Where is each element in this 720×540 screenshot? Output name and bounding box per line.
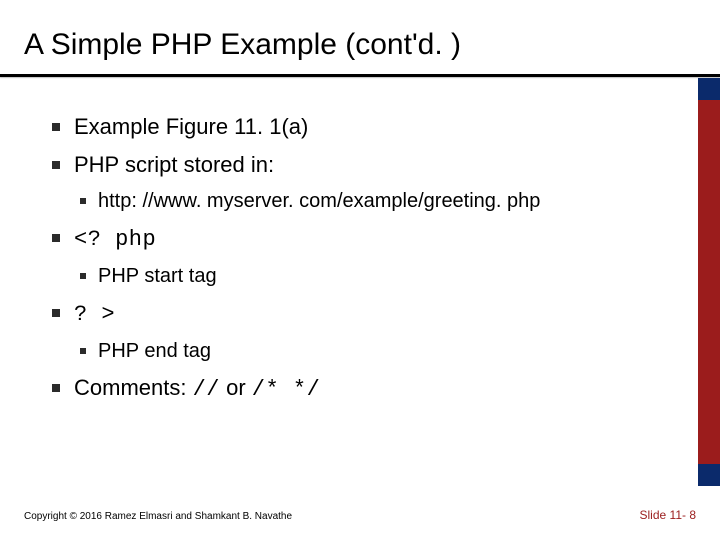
stripe-mid	[698, 100, 720, 464]
footer: Copyright © 2016 Ramez Elmasri and Shamk…	[24, 508, 696, 522]
bullet-text: PHP script stored in:	[74, 152, 274, 177]
slide-title: A Simple PHP Example (cont'd. )	[24, 28, 461, 62]
sub-bullet-text: PHP start tag	[98, 265, 217, 287]
bullet-list: Example Figure 11. 1(a) PHP script store…	[48, 110, 680, 407]
slide: A Simple PHP Example (cont'd. ) Example …	[0, 0, 720, 540]
bullet-item: ? > PHP end tag	[48, 296, 680, 367]
title-underline	[0, 74, 720, 77]
sub-bullet-item: PHP end tag	[74, 336, 680, 367]
sub-bullet-item: PHP start tag	[74, 261, 680, 292]
sub-list: http: //www. myserver. com/example/greet…	[74, 186, 680, 217]
content-body: Example Figure 11. 1(a) PHP script store…	[48, 110, 680, 411]
bullet-text-code: //	[193, 377, 220, 402]
bullet-item: PHP script stored in: http: //www. myser…	[48, 148, 680, 217]
bullet-item: <? php PHP start tag	[48, 221, 680, 292]
slide-number: Slide 11- 8	[640, 508, 696, 522]
bullet-text: or	[220, 375, 252, 400]
sub-list: PHP start tag	[74, 261, 680, 292]
bullet-item: Example Figure 11. 1(a)	[48, 110, 680, 144]
bullet-item: Comments: // or /* */	[48, 371, 680, 407]
copyright-text: Copyright © 2016 Ramez Elmasri and Shamk…	[24, 511, 292, 522]
sub-bullet-text: PHP end tag	[98, 340, 211, 362]
bullet-text: Example Figure 11. 1(a)	[74, 114, 308, 139]
sub-bullet-text: http: //www. myserver. com/example/greet…	[98, 190, 540, 212]
stripe-top	[698, 78, 720, 100]
sub-list: PHP end tag	[74, 336, 680, 367]
stripe-bot	[698, 464, 720, 486]
side-stripe	[698, 78, 720, 486]
sub-bullet-item: http: //www. myserver. com/example/greet…	[74, 186, 680, 217]
bullet-text-code: ? >	[74, 302, 115, 327]
bullet-text-code: /* */	[252, 377, 321, 402]
bullet-text-code: <? php	[74, 227, 156, 252]
bullet-text: Comments:	[74, 375, 193, 400]
